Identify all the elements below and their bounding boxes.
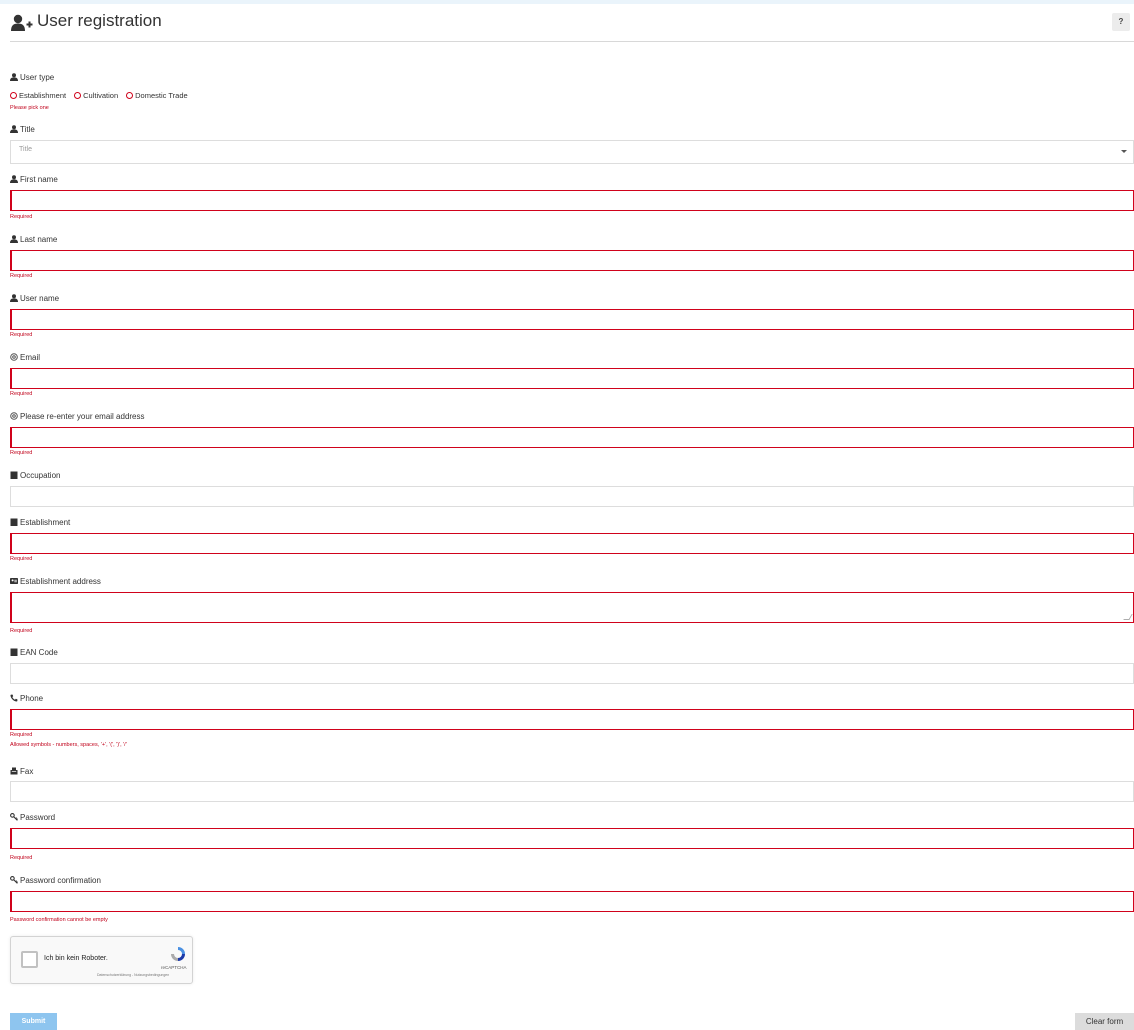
- user-icon: [10, 294, 18, 302]
- last-name-input[interactable]: [10, 250, 1134, 271]
- caret-down-icon: [1121, 150, 1127, 153]
- page-title: User registration: [37, 11, 162, 30]
- first-name-input[interactable]: [10, 190, 1134, 211]
- radio-domestic-trade[interactable]: Domestic Trade: [126, 91, 188, 100]
- radio-circle[interactable]: [74, 91, 82, 99]
- first-name-label-text: First name: [20, 174, 58, 184]
- radio-cultivation-label: Cultivation: [83, 90, 119, 100]
- title-label-text: Title: [20, 124, 35, 134]
- user-name-label-text: User name: [20, 293, 60, 303]
- user-name-error: Required: [10, 332, 33, 338]
- user-icon: [10, 175, 18, 183]
- user-type-label: User type: [10, 72, 54, 82]
- at-sign-icon: [10, 412, 18, 420]
- user-type-error: Please pick one: [10, 105, 49, 111]
- submit-button[interactable]: Submit: [10, 1013, 57, 1030]
- add-user-icon: [11, 14, 33, 31]
- email-confirm-error: Required: [10, 450, 33, 456]
- page-header: User registration: [10, 8, 1134, 42]
- occupation-input[interactable]: [10, 486, 1134, 507]
- user-icon: [10, 73, 18, 81]
- radio-circle[interactable]: [10, 91, 17, 99]
- radio-cultivation[interactable]: Cultivation: [74, 91, 118, 100]
- email-label: Email: [10, 352, 40, 362]
- building-icon: [10, 471, 18, 479]
- phone-hint: Allowed symbols - numbers, spaces, '+', …: [10, 742, 127, 748]
- radio-circle[interactable]: [126, 91, 134, 99]
- establishment-input[interactable]: [10, 533, 1134, 554]
- establishment-label: Establishment: [10, 517, 70, 527]
- title-select-placeholder: Title: [19, 146, 32, 153]
- fax-label: Fax: [10, 766, 33, 776]
- last-name-error: Required: [10, 273, 33, 279]
- first-name-label: First name: [10, 174, 58, 184]
- email-input[interactable]: [10, 368, 1134, 389]
- user-icon: [10, 235, 18, 243]
- recaptcha-checkbox[interactable]: [21, 951, 38, 968]
- email-error: Required: [10, 391, 33, 397]
- establishment-address-error: Required: [10, 628, 33, 634]
- establishment-label-text: Establishment: [20, 517, 71, 527]
- email-confirm-label: Please re-enter your email address: [10, 411, 145, 421]
- help-button[interactable]: ?: [1112, 13, 1130, 31]
- password-confirm-label: Password confirmation: [10, 875, 101, 885]
- password-label: Password: [10, 812, 55, 822]
- phone-label: Phone: [10, 693, 43, 703]
- ean-code-label-text: EAN Code: [20, 647, 58, 657]
- phone-input[interactable]: [10, 709, 1134, 730]
- user-name-label: User name: [10, 293, 59, 303]
- radio-domestic-trade-label: Domestic Trade: [135, 90, 188, 100]
- phone-label-text: Phone: [20, 693, 44, 703]
- recaptcha-logo-icon: [171, 947, 185, 961]
- user-icon: [10, 125, 18, 133]
- recaptcha-links[interactable]: Datenschutzerklärung - Nutzungsbedingung…: [97, 973, 169, 977]
- establishment-address-label-text: Establishment address: [20, 576, 101, 586]
- email-confirm-label-text: Please re-enter your email address: [20, 411, 145, 421]
- top-accent-line: [0, 0, 1134, 4]
- email-confirm-input[interactable]: [10, 427, 1134, 448]
- last-name-label: Last name: [10, 234, 57, 244]
- recaptcha-widget: Ich bin kein Roboter. reCAPTCHA Datensch…: [10, 936, 193, 984]
- ean-code-input[interactable]: [10, 663, 1134, 684]
- first-name-error: Required: [10, 214, 33, 220]
- establishment-address-textarea[interactable]: [10, 592, 1134, 623]
- recaptcha-label: Ich bin kein Roboter.: [44, 955, 108, 962]
- building-icon: [10, 648, 18, 656]
- ean-code-label: EAN Code: [10, 647, 58, 657]
- radio-establishment-label: Establishment: [19, 90, 67, 100]
- resize-handle-icon[interactable]: [1123, 614, 1133, 620]
- email-label-text: Email: [20, 352, 41, 362]
- title-select[interactable]: Title: [10, 140, 1134, 164]
- user-type-radio-group: Establishment Cultivation Domestic Trade: [10, 90, 188, 100]
- fax-label-text: Fax: [20, 766, 34, 776]
- password-error: Required: [10, 855, 33, 861]
- user-type-label-text: User type: [20, 72, 55, 82]
- password-input[interactable]: [10, 828, 1134, 849]
- title-label: Title: [10, 124, 35, 134]
- fax-icon: [10, 767, 18, 775]
- recaptcha-brand: reCAPTCHA: [161, 965, 187, 970]
- password-confirm-error: Password confirmation cannot be empty: [10, 917, 108, 923]
- building-icon: [10, 518, 18, 526]
- key-icon: [10, 876, 18, 884]
- occupation-label-text: Occupation: [20, 470, 61, 480]
- fax-input[interactable]: [10, 781, 1134, 802]
- occupation-label: Occupation: [10, 470, 60, 480]
- last-name-label-text: Last name: [20, 234, 58, 244]
- clear-form-button[interactable]: Clear form: [1075, 1013, 1134, 1030]
- radio-establishment[interactable]: Establishment: [10, 91, 66, 100]
- establishment-address-label: Establishment address: [10, 576, 101, 586]
- phone-error: Required: [10, 732, 33, 738]
- establishment-error: Required: [10, 556, 33, 562]
- address-card-icon: [10, 578, 18, 584]
- at-sign-icon: [10, 353, 18, 361]
- password-confirm-input[interactable]: [10, 891, 1134, 912]
- password-label-text: Password: [20, 812, 56, 822]
- key-icon: [10, 813, 18, 821]
- phone-icon: [10, 694, 18, 702]
- user-name-input[interactable]: [10, 309, 1134, 330]
- password-confirm-label-text: Password confirmation: [20, 875, 101, 885]
